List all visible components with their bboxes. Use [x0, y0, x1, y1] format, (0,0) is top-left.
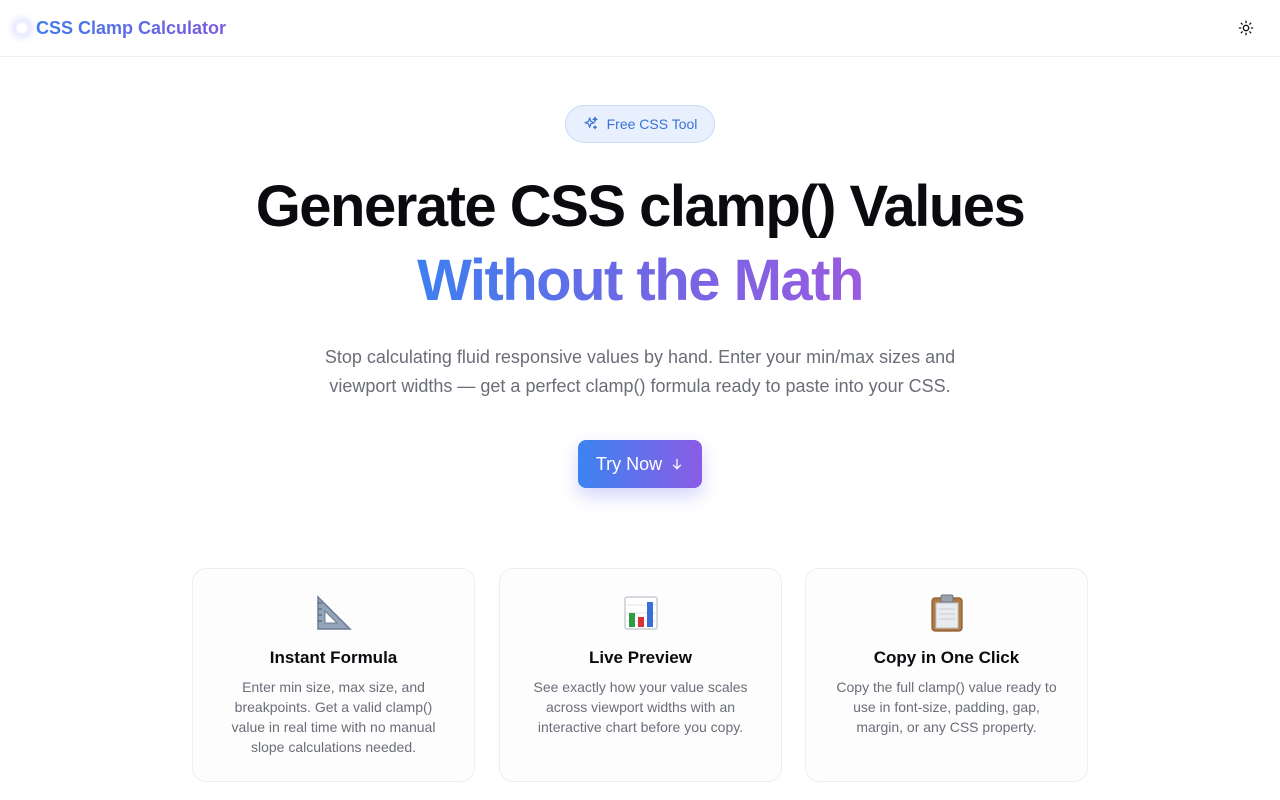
triangular-ruler-icon — [316, 595, 352, 630]
clipboard-icon — [930, 594, 963, 632]
feature-title: Copy in One Click — [873, 648, 1020, 667]
feature-description: Enter min size, max size, and breakpoint… — [231, 679, 436, 755]
try-now-label: Try Now — [595, 453, 663, 474]
hero-subtitle: Stop calculating fluid responsive values… — [324, 347, 956, 396]
hero-title-highlight: Without the Math — [0, 252, 1280, 310]
sun-icon — [1238, 20, 1254, 36]
logo-icon — [14, 20, 30, 36]
top-navigation-bar: CSS Clamp Calculator — [0, 0, 1280, 57]
brand-link[interactable]: CSS Clamp Calculator — [36, 18, 226, 39]
hero-title-gradient-text: Without the Math — [417, 248, 864, 313]
try-now-button[interactable]: Try Now — [578, 440, 702, 488]
feature-card-instant-formula: Instant Formula Enter min size, max size… — [192, 568, 475, 782]
feature-title: Instant Formula — [269, 648, 398, 667]
feature-card-live-preview: Live Preview See exactly how your value … — [499, 568, 782, 782]
feature-description: Copy the full clamp() value ready to use… — [836, 679, 1057, 735]
feature-description: See exactly how your value scales across… — [533, 679, 748, 735]
theme-toggle-button[interactable] — [1236, 18, 1256, 38]
badge-label: Free CSS Tool — [606, 116, 698, 132]
sparkles-icon — [584, 116, 598, 130]
bar-chart-icon — [623, 596, 658, 630]
arrow-down-icon — [673, 458, 682, 470]
free-tool-badge: Free CSS Tool — [565, 105, 715, 143]
feature-card-copy-one-click: Copy in One Click Copy the full clamp() … — [805, 568, 1088, 782]
hero-title: Generate CSS clamp() Values — [255, 174, 1026, 239]
feature-title: Live Preview — [588, 648, 692, 667]
